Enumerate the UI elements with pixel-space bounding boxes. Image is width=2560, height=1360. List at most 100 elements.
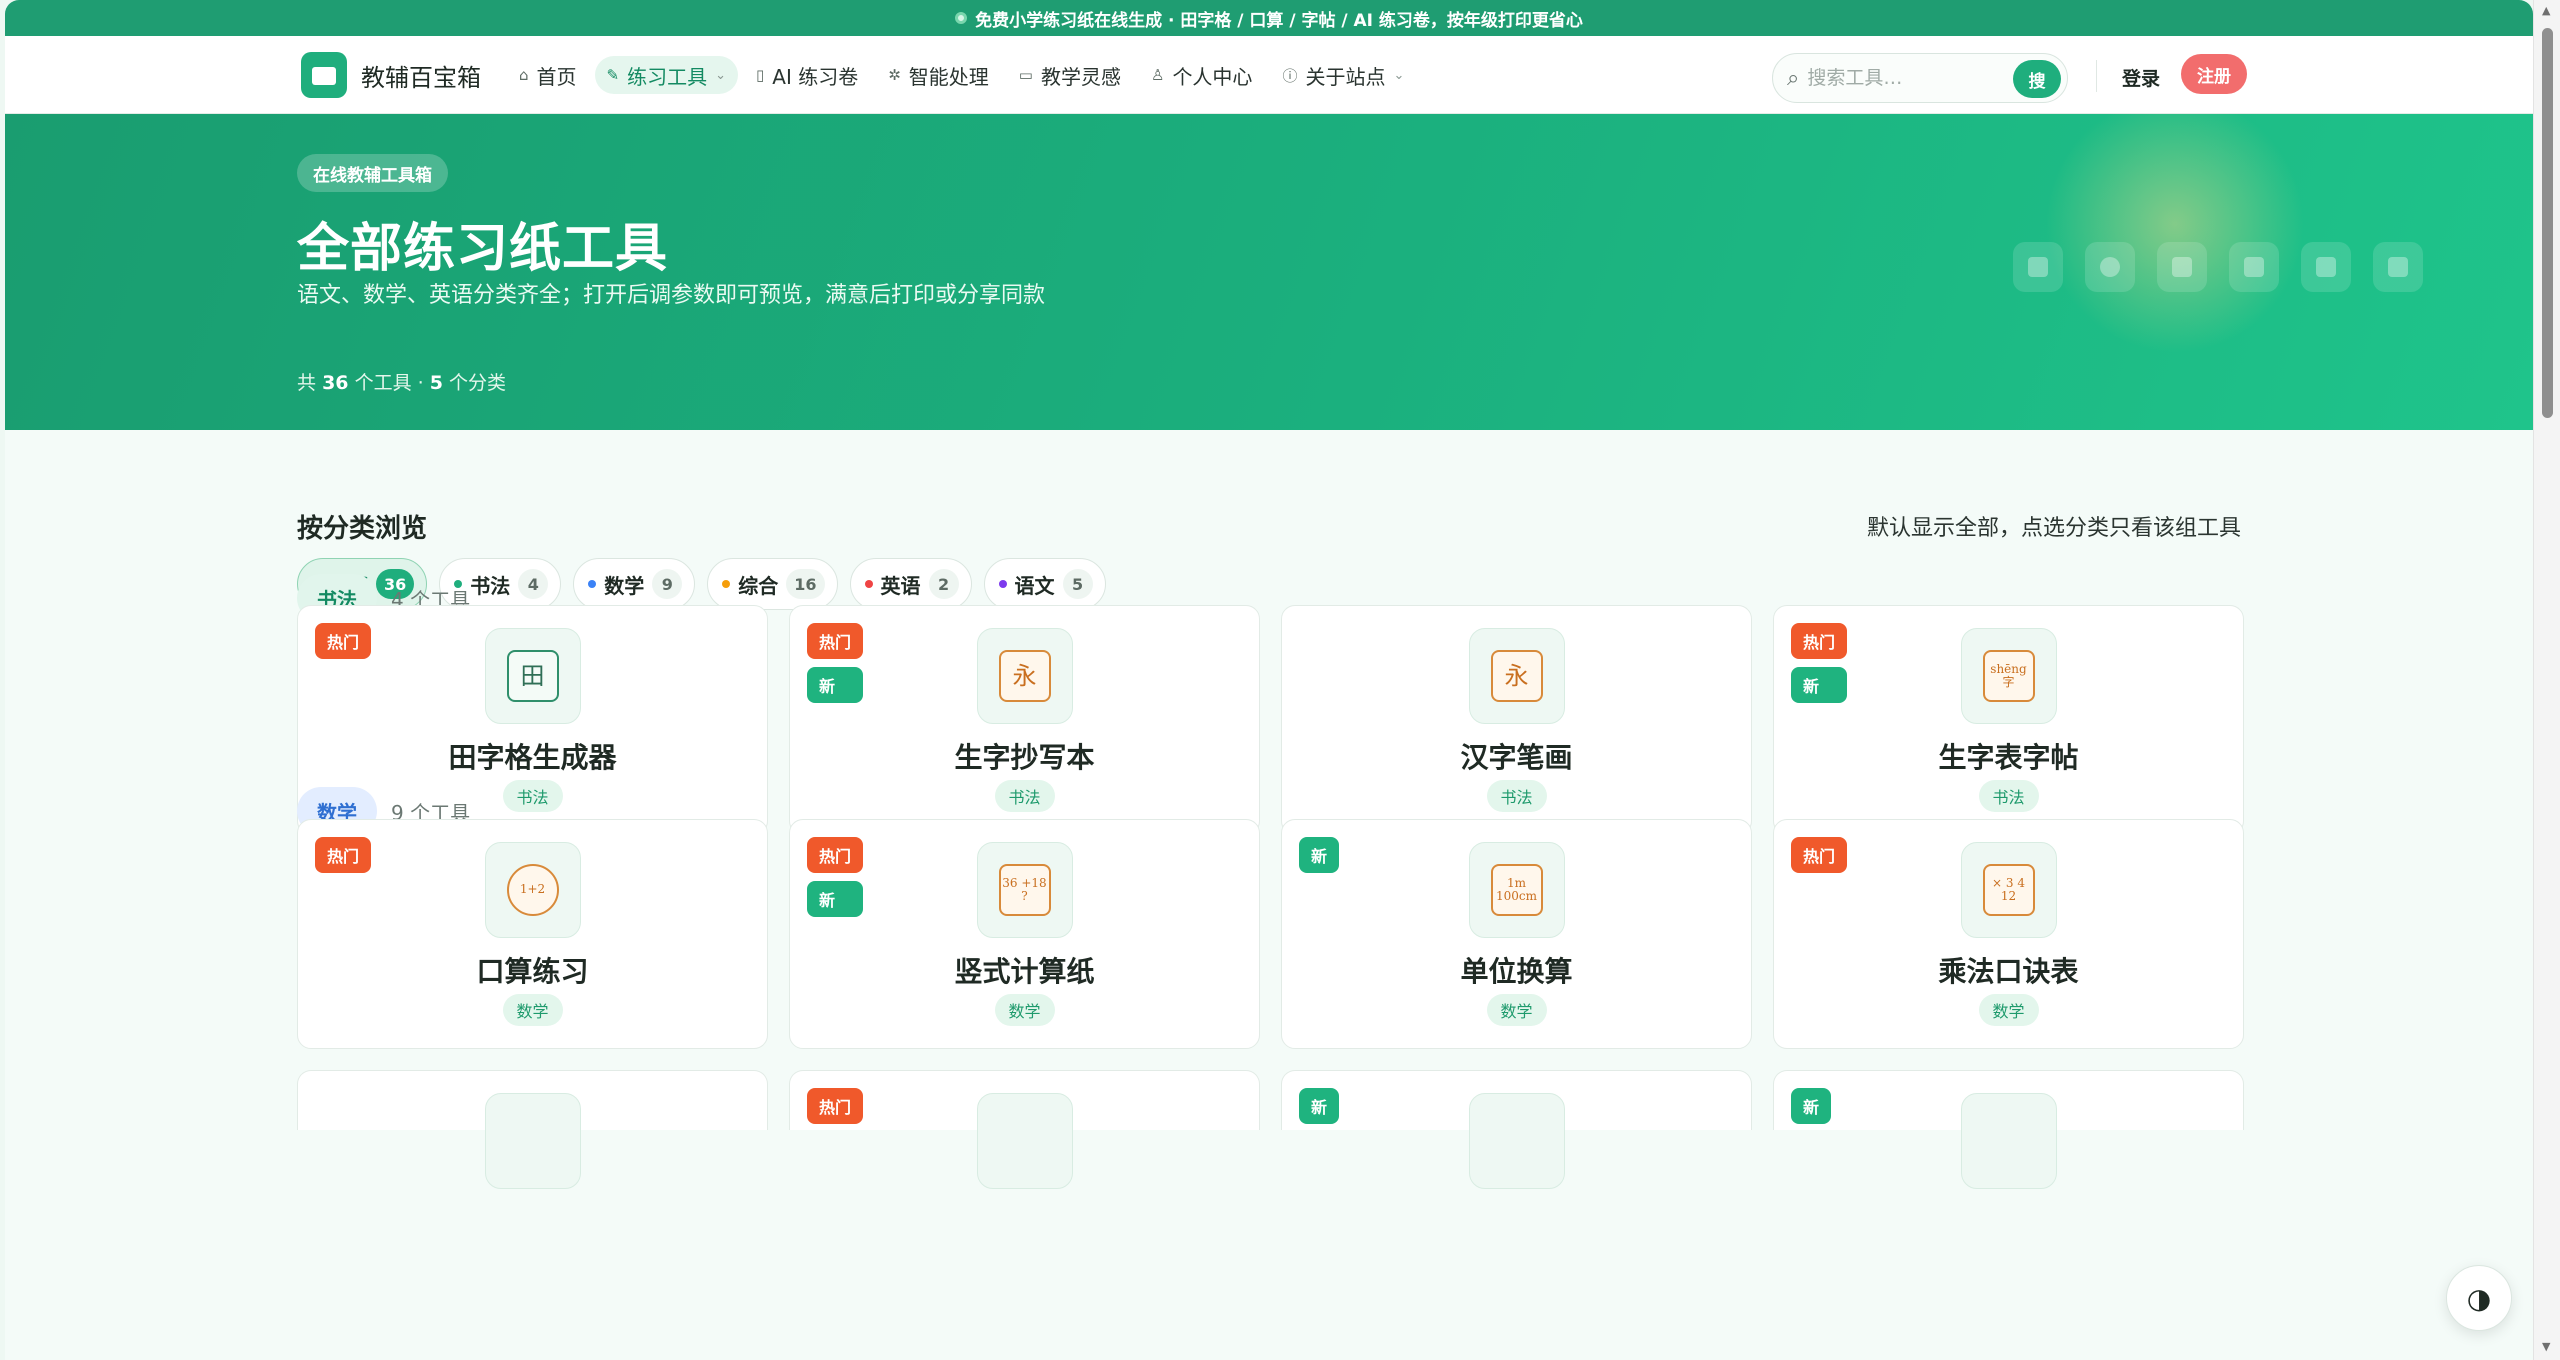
page-title: 全部练习纸工具 <box>297 218 669 279</box>
pinyin-character-icon: shēng 字 <box>1960 628 2057 724</box>
tool-card[interactable]: 永汉字笔画 书法 <box>1281 605 1752 835</box>
nav-item-6[interactable]: ⓘ 关于站点 ⌄ <box>1270 56 1416 94</box>
tool-category-tag: 书法 <box>1486 780 1547 812</box>
hot-badge: 热门 <box>807 1088 864 1124</box>
scrollbar-thumb[interactable] <box>2542 28 2553 418</box>
chevron-down-icon: ⌄ <box>715 67 727 83</box>
new-badge: 新 <box>807 667 864 703</box>
register-button[interactable]: 注册 <box>2181 54 2247 94</box>
tool-card[interactable] <box>297 1070 768 1189</box>
tool-card[interactable]: 热门新 36 +18 ? 竖式计算纸 数学 <box>789 819 1260 1049</box>
tool-card[interactable]: 热门新 永生字抄写本书法 <box>789 605 1260 835</box>
stat-prefix: 共 <box>297 372 317 394</box>
tool-card[interactable]: 热门 1+2 口算练习 数学 <box>297 819 768 1049</box>
hot-badge: 热门 <box>807 623 864 659</box>
nav-item-label: 教学灵感 <box>1040 64 1121 89</box>
tool-title: 乘法口诀表 <box>1938 955 2079 988</box>
card-badges: 热门 <box>315 837 372 873</box>
icon-glyph: shēng 字 <box>1982 650 2035 702</box>
category-dot-icon <box>588 580 597 588</box>
hero-decor-tiles <box>2013 242 2423 292</box>
category-dot-icon <box>864 580 873 588</box>
nav-item-3[interactable]: ✲ 智能处理 <box>876 56 1001 94</box>
hot-badge: 热门 <box>807 837 864 873</box>
character-copy-icon: 永 <box>976 628 1073 724</box>
tool-title: 单位换算 <box>1460 955 1573 988</box>
icon-glyph: 永 <box>998 650 1051 702</box>
wrench-icon: ✎ <box>606 66 620 84</box>
nav-item-2[interactable]: ▯ AI 练习卷 <box>744 56 870 94</box>
tool-icon <box>1468 1093 1565 1189</box>
card-badges: 热门新 <box>1791 623 1848 703</box>
tool-card[interactable]: 热门新 shēng 字生字表字帖书法 <box>1773 605 2244 835</box>
tool-card[interactable]: 热门 <box>789 1070 1260 1189</box>
tool-category-tag: 书法 <box>994 780 1055 812</box>
icon-glyph: 田 <box>506 650 559 702</box>
chip-count: 16 <box>786 569 825 599</box>
browse-hint: 默认显示全部，点选分类只看该组工具 <box>1866 516 2241 541</box>
category-chip[interactable]: 综合 16 <box>707 558 838 610</box>
theme-toggle-button[interactable]: ◑ <box>2446 1265 2512 1331</box>
category-chip[interactable]: 数学 9 <box>573 558 696 610</box>
browser-viewport: 免费小学练习纸在线生成 · 田字格 / 口算 / 字帖 / AI 练习卷，按年级… <box>5 0 2533 1360</box>
category-chip[interactable]: 语文 5 <box>983 558 1106 610</box>
main-menu: ⌂ 首页 ✎ 练习工具 ⌄ ▯ AI 练习卷 ✲ 智能处理 ▭ 教学灵感 ♙ 个人中心 ⓘ 关于站点 ⌄ <box>507 56 1416 94</box>
chip-label: 语文 <box>1014 573 1055 598</box>
decor-square-icon <box>2157 242 2207 292</box>
tool-card[interactable]: 新 <box>1281 1070 1752 1189</box>
new-badge: 新 <box>1791 667 1848 703</box>
vertical-calc-icon: 36 +18 ? <box>976 842 1073 938</box>
logo-icon <box>301 52 347 98</box>
tool-category-tag: 数学 <box>994 994 1055 1026</box>
brand-link[interactable]: 教辅百宝箱 <box>301 52 481 98</box>
hero-tag: 在线教辅工具箱 <box>297 154 448 192</box>
tool-icon <box>484 1093 581 1189</box>
decor-circle-icon <box>2085 242 2135 292</box>
tool-card[interactable]: 新 <box>1773 1070 2244 1189</box>
tool-title: 口算练习 <box>476 955 589 988</box>
login-link[interactable]: 登录 <box>2122 64 2160 91</box>
scroll-down-icon[interactable]: ▼ <box>2542 1340 2550 1353</box>
decor-square-icon <box>2013 242 2063 292</box>
scrollbar[interactable]: ▲ ▼ <box>2533 0 2560 1360</box>
announcement-dot-icon <box>955 12 968 24</box>
search-button[interactable]: 搜 <box>2013 60 2061 98</box>
tianzige-grid-icon: 田 <box>484 628 581 724</box>
tool-title: 生字抄写本 <box>954 741 1095 774</box>
stat-tool-count: 36 <box>322 372 349 394</box>
search-icon: ⌕ <box>1787 65 1800 91</box>
tool-grid: 热门 1+2 口算练习 数学 热门新 36 +18 ? 竖式计算纸 数学新 1m 100cm 单位… <box>297 819 2244 1049</box>
tool-card[interactable]: 热门 × 3 4 12 乘法口诀表 数学 <box>1773 819 2244 1049</box>
info-icon: ⓘ <box>1282 66 1298 85</box>
announcement-text: 免费小学练习纸在线生成 · 田字格 / 口算 / 字帖 / AI 练习卷，按年级… <box>975 10 1583 31</box>
tool-title: 竖式计算纸 <box>954 955 1095 988</box>
announcement-bar: 免费小学练习纸在线生成 · 田字格 / 口算 / 字帖 / AI 练习卷，按年级… <box>5 0 2533 36</box>
tool-category-tag: 数学 <box>1978 994 2039 1026</box>
contrast-icon: ◑ <box>2466 1281 2492 1315</box>
home-icon: ⌂ <box>519 66 529 84</box>
hot-badge: 热门 <box>1791 837 1848 873</box>
chip-count: 9 <box>652 569 683 599</box>
bookmark-icon: ▯ <box>756 66 765 84</box>
nav-item-5[interactable]: ♙ 个人中心 <box>1139 56 1264 94</box>
tool-grid: 热门田田字格生成器 书法 热门新永生字抄写本 书法永汉字笔画 书法 热门新 shēng 字生… <box>297 605 2244 835</box>
tool-category-tag: 书法 <box>1978 780 2039 812</box>
new-badge: 新 <box>1299 1088 1340 1124</box>
nav-item-label: AI 练习卷 <box>772 64 859 89</box>
nav-item-1[interactable]: ✎ 练习工具 ⌄ <box>594 56 739 94</box>
tool-grid-next: 热门 新 新 <box>297 1070 2244 1189</box>
category-chip[interactable]: 英语 2 <box>849 558 972 610</box>
chip-label: 数学 <box>604 573 645 598</box>
card-badges: 新 <box>1299 837 1340 873</box>
tool-card[interactable]: 新 1m 100cm 单位换算 数学 <box>1281 819 1752 1049</box>
nav-item-0[interactable]: ⌂ 首页 <box>507 56 589 94</box>
nav-item-4[interactable]: ▭ 教学灵感 <box>1007 56 1133 94</box>
brand-name: 教辅百宝箱 <box>361 63 481 92</box>
search-input[interactable] <box>1807 67 1998 89</box>
tool-category-tag: 数学 <box>1486 994 1547 1026</box>
tool-title: 生字表字帖 <box>1938 741 2079 774</box>
book-icon: ▭ <box>1018 66 1033 84</box>
scroll-up-icon[interactable]: ▲ <box>2542 4 2550 17</box>
tool-category-tag: 书法 <box>502 780 563 812</box>
hot-badge: 热门 <box>315 623 372 659</box>
